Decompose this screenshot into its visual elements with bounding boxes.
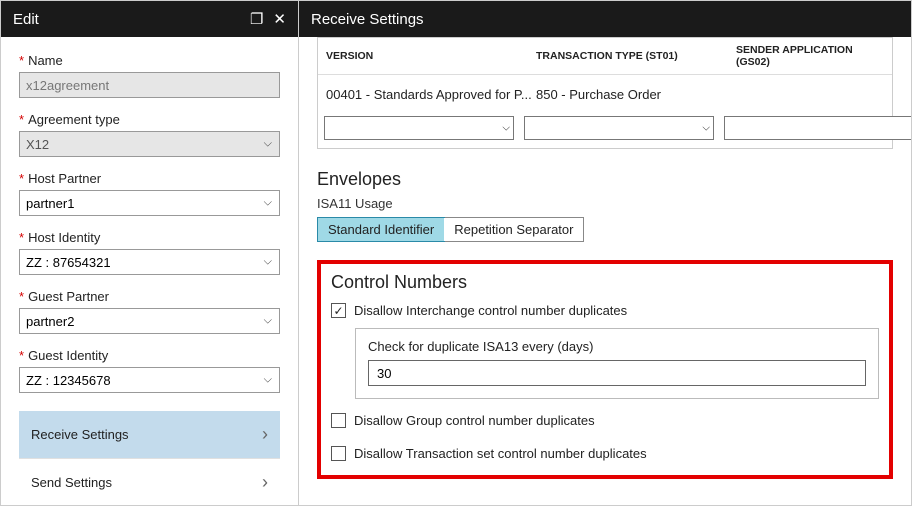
transaction-type-select[interactable] <box>524 116 714 140</box>
sender-app-input[interactable] <box>724 116 911 140</box>
table-row: 00401 - Standards Approved for P... 850 … <box>318 75 892 112</box>
isa13-days-input[interactable] <box>368 360 866 386</box>
control-numbers-heading: Control Numbers <box>331 272 879 293</box>
agreement-type-select[interactable] <box>19 131 280 157</box>
isa13-days-label: Check for duplicate ISA13 every (days) <box>368 339 866 354</box>
schema-table: VERSION TRANSACTION TYPE (ST01) SENDER A… <box>317 37 893 149</box>
checkbox-disallow-group[interactable] <box>331 413 346 428</box>
agreement-type-label: *Agreement type <box>19 112 280 127</box>
nav-send-settings[interactable]: Send Settings › <box>19 459 280 505</box>
close-icon[interactable]: ✕ <box>273 12 286 27</box>
name-input[interactable] <box>19 72 280 98</box>
guest-identity-label: *Guest Identity <box>19 348 280 363</box>
left-header: Edit ❐ ✕ <box>1 1 298 37</box>
chevron-right-icon: › <box>262 424 268 445</box>
restore-icon[interactable]: ❐ <box>250 12 263 27</box>
name-label: *Name <box>19 53 280 68</box>
toggle-repetition-separator[interactable]: Repetition Separator <box>444 218 583 241</box>
label-disallow-transaction: Disallow Transaction set control number … <box>354 446 647 461</box>
isa11-toggle: Standard Identifier Repetition Separator <box>317 217 584 242</box>
right-title: Receive Settings <box>311 11 424 28</box>
guest-partner-label: *Guest Partner <box>19 289 280 304</box>
isa11-usage-label: ISA11 Usage <box>317 196 893 211</box>
checkbox-disallow-interchange[interactable]: ✓ <box>331 303 346 318</box>
nav-receive-settings[interactable]: Receive Settings › <box>19 411 280 459</box>
col-version: VERSION <box>326 50 536 62</box>
col-sender-app: SENDER APPLICATION (GS02) <box>736 44 884 68</box>
cell-version: 00401 - Standards Approved for P... <box>326 87 536 102</box>
chevron-right-icon: › <box>262 472 268 493</box>
toggle-standard-identifier[interactable]: Standard Identifier <box>317 217 445 242</box>
cell-transaction-type: 850 - Purchase Order <box>536 87 736 102</box>
isa13-days-block: Check for duplicate ISA13 every (days) <box>355 328 879 399</box>
host-partner-label: *Host Partner <box>19 171 280 186</box>
right-header: Receive Settings <box>299 1 911 37</box>
col-transaction-type: TRANSACTION TYPE (ST01) <box>536 50 736 62</box>
nav-item-label: Receive Settings <box>31 427 129 442</box>
host-identity-select[interactable] <box>19 249 280 275</box>
checkbox-disallow-transaction[interactable] <box>331 446 346 461</box>
envelopes-heading: Envelopes <box>317 169 893 190</box>
nav-item-label: Send Settings <box>31 475 112 490</box>
control-numbers-highlight: Control Numbers ✓ Disallow Interchange c… <box>317 260 893 479</box>
version-select[interactable] <box>324 116 514 140</box>
label-disallow-group: Disallow Group control number duplicates <box>354 413 595 428</box>
host-identity-label: *Host Identity <box>19 230 280 245</box>
guest-identity-select[interactable] <box>19 367 280 393</box>
label-disallow-interchange: Disallow Interchange control number dupl… <box>354 303 627 318</box>
left-title: Edit <box>13 11 39 28</box>
host-partner-select[interactable] <box>19 190 280 216</box>
guest-partner-select[interactable] <box>19 308 280 334</box>
